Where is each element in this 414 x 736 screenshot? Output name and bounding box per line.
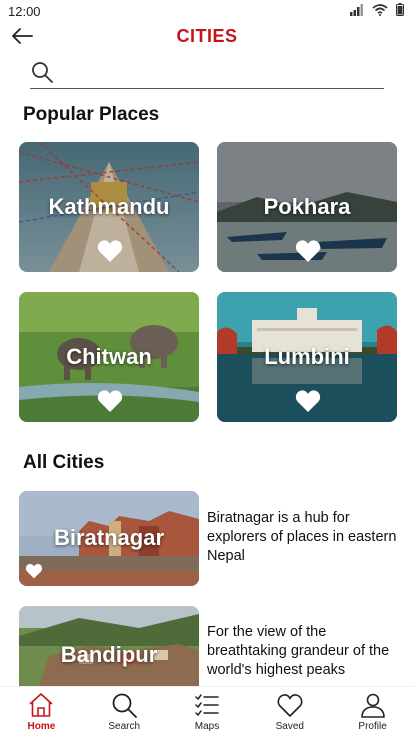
nav-item-profile[interactable]: Profile xyxy=(331,687,414,736)
city-thumbnail-name: Biratnagar xyxy=(53,525,165,550)
city-description: Biratnagar is a hub for explorers of pla… xyxy=(207,510,397,564)
popular-places-heading: Popular Places xyxy=(23,104,160,125)
nav-item-maps[interactable]: Maps xyxy=(166,687,249,736)
nav-item-search[interactable]: Search xyxy=(83,687,166,736)
city-thumbnail: Biratnagar xyxy=(19,491,199,586)
checklist-icon xyxy=(195,694,219,717)
search-icon[interactable] xyxy=(30,60,54,84)
app-header: CITIES xyxy=(0,22,414,52)
search-input[interactable] xyxy=(64,60,374,86)
city-thumbnail-name: Bandipur xyxy=(60,642,158,667)
city-card-name: Kathmandu xyxy=(48,194,170,219)
city-card-pokhara[interactable]: Pokhara xyxy=(217,142,397,272)
status-icons xyxy=(350,3,404,16)
status-bar: 12:00 xyxy=(0,0,414,22)
nav-label: Profile xyxy=(358,721,387,732)
nav-label: Search xyxy=(108,721,141,732)
city-card-kathmandu[interactable]: Kathmandu xyxy=(19,142,199,272)
user-icon xyxy=(360,693,385,718)
battery-icon xyxy=(396,3,404,16)
city-card-name: Chitwan xyxy=(66,344,152,369)
heart-icon[interactable] xyxy=(97,239,123,263)
city-thumbnail: Bandipur xyxy=(19,606,199,686)
city-card-chitwan[interactable]: Chitwan xyxy=(19,292,199,422)
nav-label: Saved xyxy=(275,721,304,732)
search-bar xyxy=(30,58,384,89)
city-card-name: Lumbini xyxy=(264,344,350,369)
heart-icon[interactable] xyxy=(97,389,123,413)
nav-item-saved[interactable]: Saved xyxy=(248,687,331,736)
list-item[interactable]: Bandipur For the view of the breathtakin… xyxy=(19,606,399,686)
nav-label: Maps xyxy=(194,721,220,732)
heart-icon[interactable] xyxy=(295,389,321,413)
all-cities-heading: All Cities xyxy=(23,452,105,473)
list-item[interactable]: Biratnagar Biratnagar is a hub for explo… xyxy=(19,491,399,586)
search-icon xyxy=(112,693,138,718)
signal-icon xyxy=(350,3,363,16)
bottom-nav: Home Search Maps Saved Profile xyxy=(0,686,414,736)
home-icon xyxy=(29,693,53,717)
nav-item-home[interactable]: Home xyxy=(0,687,83,736)
city-description: For the view of the breathtaking grandeu… xyxy=(207,624,390,678)
page-title: CITIES xyxy=(176,26,238,46)
heart-icon[interactable] xyxy=(295,239,321,263)
nav-label: Home xyxy=(27,721,56,732)
heart-icon[interactable] xyxy=(25,563,43,579)
status-time: 12:00 xyxy=(8,4,41,19)
heart-icon xyxy=(277,694,303,717)
city-card-lumbini[interactable]: Lumbini xyxy=(217,292,397,422)
wifi-icon xyxy=(372,3,388,16)
city-card-name: Pokhara xyxy=(263,194,351,219)
